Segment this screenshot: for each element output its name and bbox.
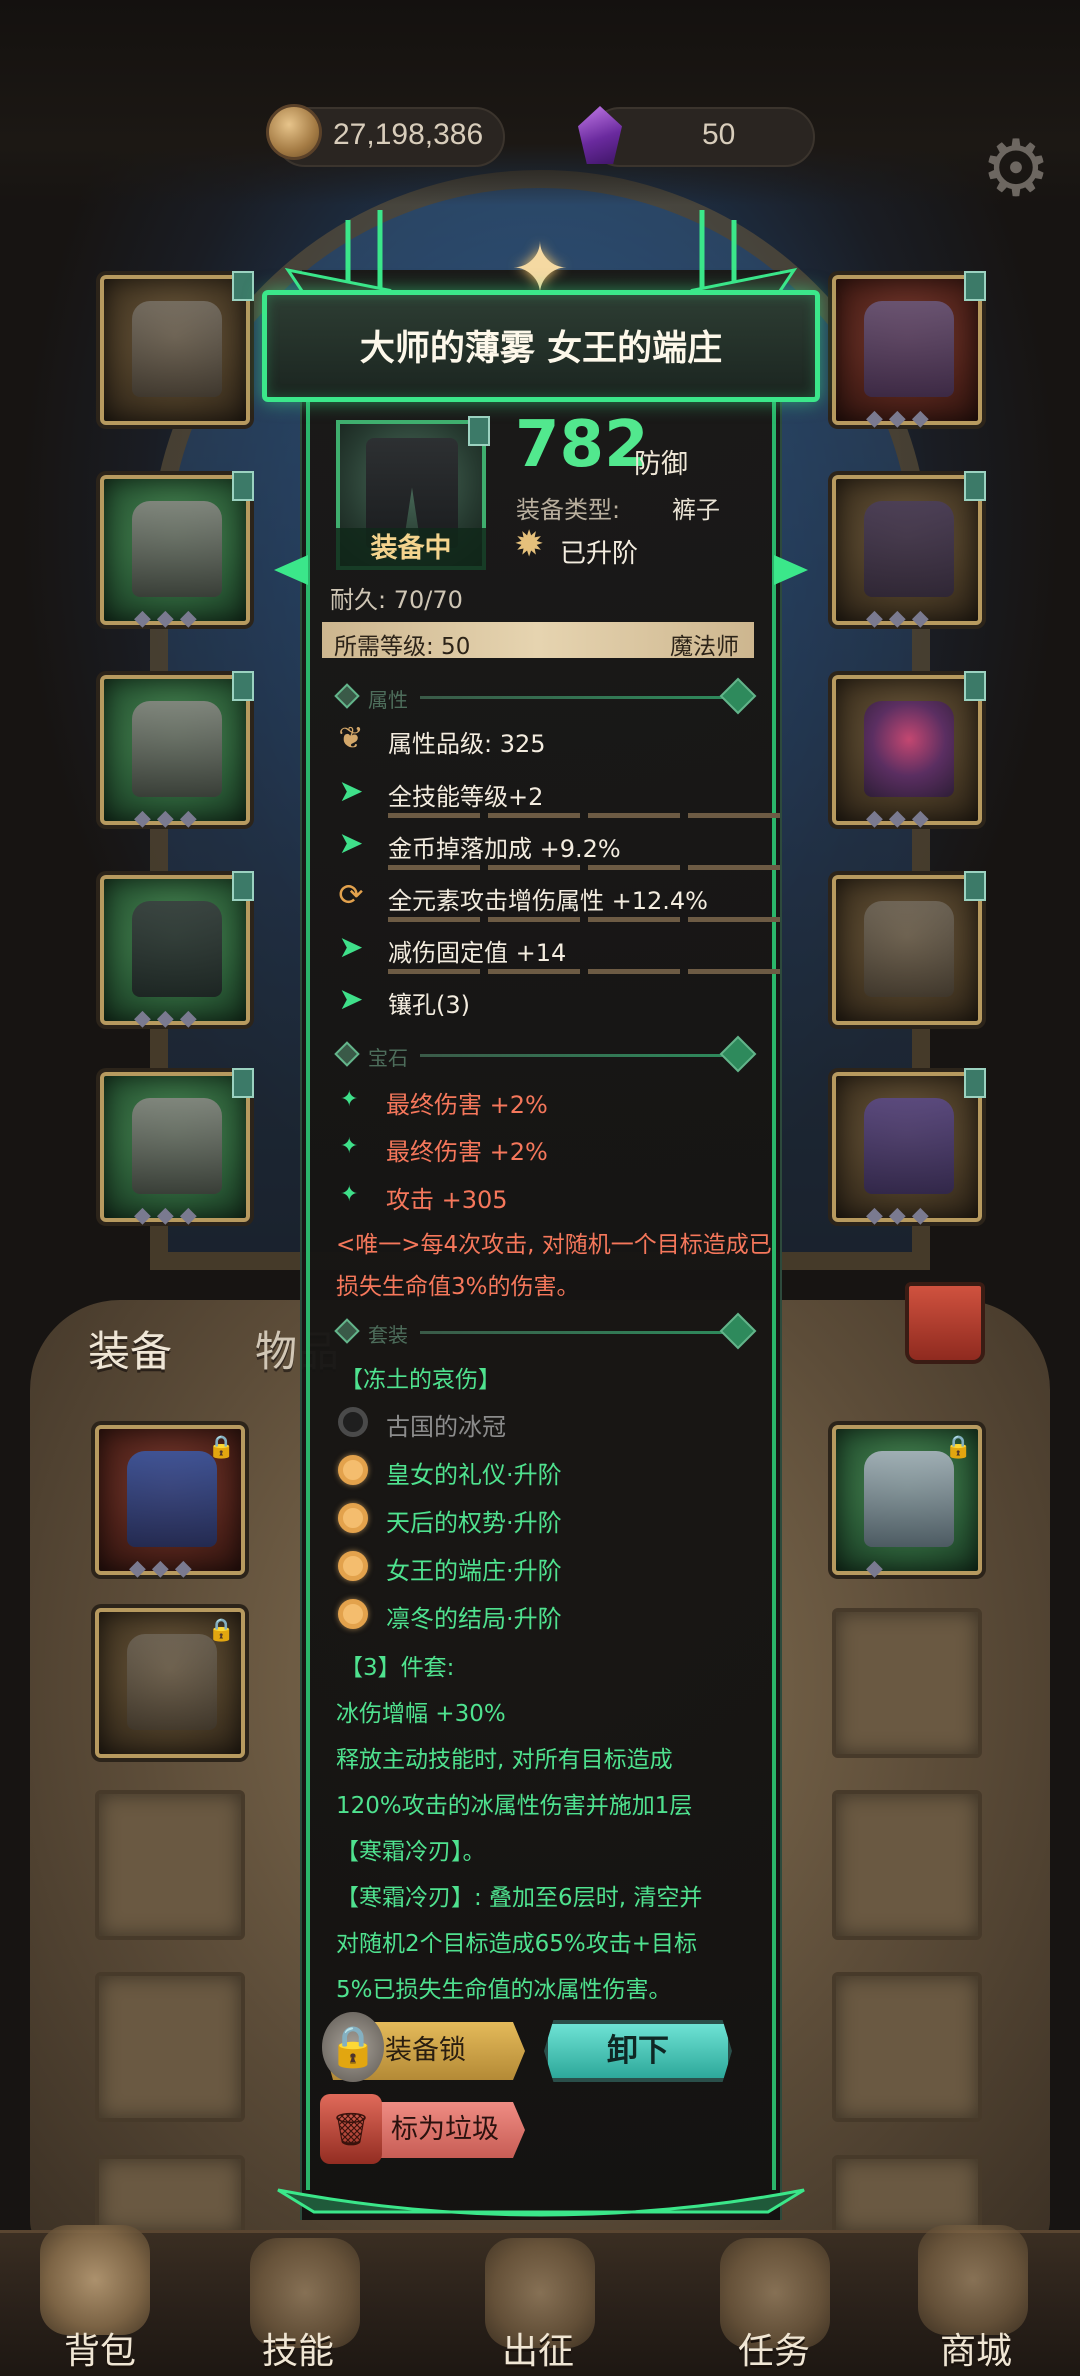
durability-text: 耐久: 70/70 [330,586,463,614]
inventory-slot-empty[interactable] [832,1790,982,1940]
equip-slot-ring[interactable]: ◆◆◆ [832,671,986,831]
set-piece-text: 皇女的礼仪·升阶 [386,1461,562,1489]
lock-icon: 🔒 [207,1618,235,1643]
unequip-button[interactable]: 卸下 [544,2020,732,2082]
gem-amount: 50 [702,118,736,151]
item-type-value: 裤子 [672,496,720,524]
set-bonus-line: 120%攻击的冰属性伤害并施加1层 [336,1793,693,1819]
nav-item-quests[interactable]: 任务 [738,2322,810,2374]
section-divider [420,1054,730,1057]
attributes-header: 属性 [368,688,408,712]
attribute-text: 全技能等级+2 [388,783,544,811]
attribute-text: 属性品级: 325 [388,730,546,758]
equip-slot-boots[interactable]: ◆◆◆ [100,1068,254,1228]
inventory-slot[interactable]: ◆◆◆ 🔒 [95,1425,245,1581]
attribute-roll-bar [388,969,780,974]
equip-slot-armor[interactable]: ◆◆◆ [100,471,254,631]
attribute-text: 金币掉落加成 +9.2% [388,835,621,863]
attribute-roll-bar [388,813,780,818]
attribute-text: 减伤固定值 +14 [388,939,567,967]
equip-slot-amulet[interactable]: ◆◆◆ [832,271,986,431]
set-bonus-line: 冰伤增幅 +30% [336,1701,506,1727]
set-bonus-line: 【寒霜冷刃】: 叠加至6层时, 清空并 [336,1885,703,1911]
lock-icon: 🔒 [944,1435,972,1460]
inventory-slot-empty[interactable] [95,2155,245,2235]
set-bonus-line: 5%已损失生命值的冰属性伤害。 [336,1977,672,2003]
coin-icon [266,104,322,160]
shop-crown-icon[interactable] [918,2225,1028,2335]
equip-slot-belt[interactable]: ◆◆◆ [832,471,986,631]
sparkle-icon: ✦ [340,1182,359,1207]
upgrade-star-icon: ✹ [514,524,545,565]
unique-effect: <唯一>每4次攻击, 对随机一个目标造成已损失生命值3%的伤害。 [336,1232,772,1300]
equip-slot-helmet[interactable] [100,271,254,425]
arrow-icon: ➤ [338,774,364,809]
equip-slot-offhand[interactable]: ◆◆◆ [832,1068,986,1228]
set-piece-ring-icon [338,1407,368,1437]
padlock-icon[interactable]: 🔒 [322,2012,384,2082]
gems-header: 宝石 [368,1046,408,1070]
defense-value: 782 [515,408,649,482]
trash-can-icon[interactable]: 🗑 [320,2094,382,2164]
nav-item-backpack[interactable]: 背包 [64,2322,136,2374]
equipped-badge: 装备中 [336,528,486,570]
set-bonus-title: 【3】件套: [340,1655,455,1681]
set-piece-text: 女王的端庄·升阶 [386,1557,562,1585]
backpack-icon[interactable] [40,2225,150,2335]
sparkle-icon: ✦ [340,1087,359,1112]
equip-slot-pants[interactable]: ◆◆◆ [100,871,254,1031]
gem-text: 最终伤害 +2% [386,1091,548,1119]
set-piece-text: 天后的权势·升阶 [386,1509,562,1537]
inventory-slot[interactable]: ◆ 🔒 [832,1425,982,1581]
tab-equipment[interactable]: 装备 [88,1318,172,1379]
upgraded-label: 已升阶 [560,539,639,569]
nav-item-shop[interactable]: 商城 [940,2322,1012,2374]
set-piece-text: 凛冬的结局·升阶 [386,1605,562,1633]
gem-text: 最终伤害 +2% [386,1138,548,1166]
arrow-icon: ➤ [338,982,364,1017]
gear-icon[interactable]: ⚙ [975,128,1057,210]
arrow-icon: ➤ [338,930,364,965]
section-divider [420,1331,730,1334]
set-bonus-line: 对随机2个目标造成65%攻击+目标 [336,1931,698,1957]
defense-label: 防御 [634,449,688,480]
attribute-text: 全元素攻击增伤属性 +12.4% [388,887,708,915]
set-piece-ring-icon [338,1503,368,1533]
set-header: 套装 [368,1323,408,1347]
set-piece-ring-icon [338,1551,368,1581]
refresh-icon: ⟳ [338,878,364,913]
trash-bin-icon[interactable] [905,1282,985,1364]
sparkle-icon: ✦ [340,1134,359,1159]
top-bar [0,0,1080,205]
nav-item-skills[interactable]: 技能 [262,2322,334,2374]
item-name: 大师的薄雾 女王的端庄 [359,329,723,369]
inventory-slot-empty[interactable] [832,1972,982,2122]
set-name: 【冻土的哀伤】 [340,1367,501,1393]
section-divider [420,696,730,699]
arrow-icon: ➤ [338,826,364,861]
attribute-roll-bar [388,865,780,870]
lotus-icon: ❦ [338,721,364,756]
gold-amount: 27,198,386 [333,118,484,151]
inventory-slot[interactable]: 🔒 [95,1608,245,1758]
set-piece-ring-icon [338,1455,368,1485]
equip-slot-gloves[interactable]: ◆◆◆ [100,671,254,831]
required-class: 魔法师 [670,634,739,660]
attribute-text: 镶孔(3) [388,991,470,1019]
inventory-slot-empty[interactable] [95,1790,245,1940]
nav-item-expedition[interactable]: 出征 [502,2322,574,2374]
inventory-slot-empty[interactable] [832,1608,982,1758]
required-level: 所需等级: 50 [334,634,471,660]
item-type-label: 装备类型: [516,496,621,524]
attribute-roll-bar [388,917,780,922]
set-piece-ring-icon [338,1599,368,1629]
set-bonus-line: 【寒霜冷刃】。 [336,1839,486,1865]
set-bonus-line: 释放主动技能时, 对所有目标造成 [336,1747,673,1773]
gem-text: 攻击 +305 [386,1186,508,1214]
inventory-slot-empty[interactable] [95,1972,245,2122]
equip-slot-weapon[interactable] [832,871,986,1025]
lock-icon: 🔒 [207,1435,235,1460]
set-piece-text: 古国的冰冠 [386,1413,506,1441]
inventory-slot-empty[interactable] [832,2155,982,2235]
